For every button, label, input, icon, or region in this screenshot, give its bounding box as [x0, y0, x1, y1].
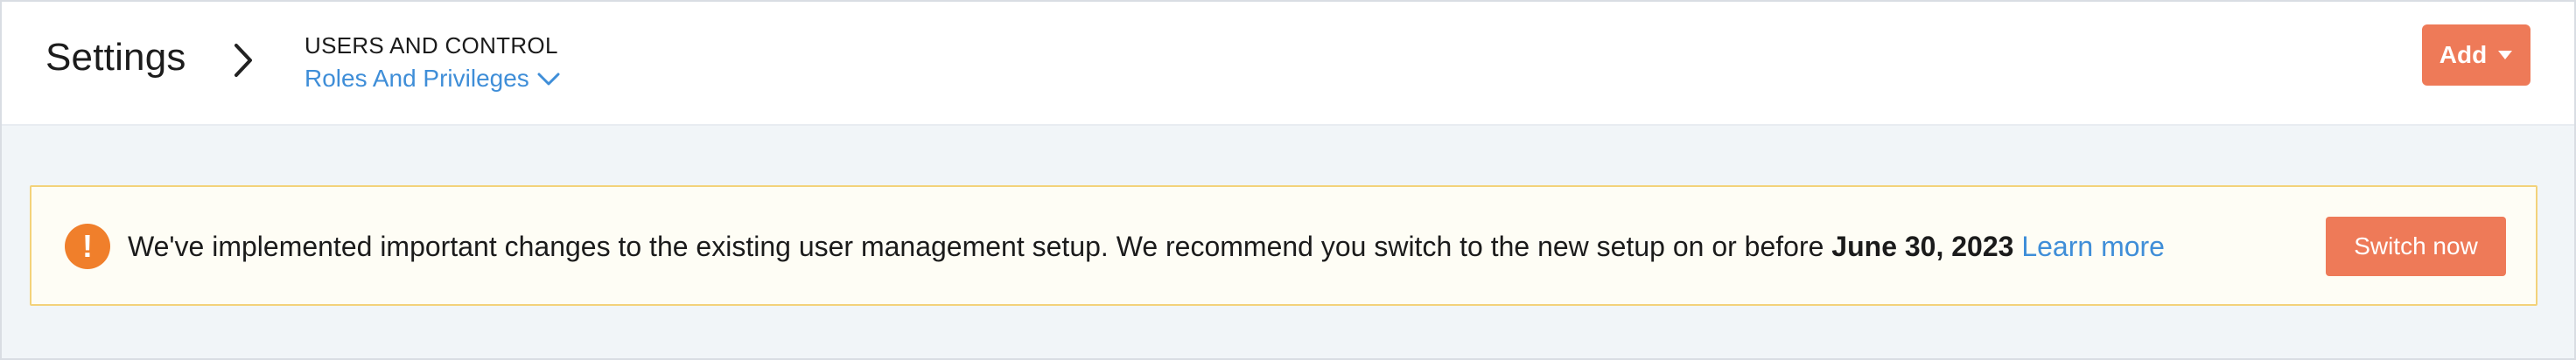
chevron-right-icon — [234, 44, 252, 77]
add-button[interactable]: Add — [2422, 24, 2530, 86]
breadcrumb-section: USERS AND CONTROL — [304, 32, 558, 59]
banner-message-text: We've implemented important changes to t… — [128, 231, 1824, 262]
page-title: Settings — [46, 36, 186, 79]
page-header: Settings USERS AND CONTROL Roles And Pri… — [2, 2, 2574, 126]
migration-notice-banner: ! We've implemented important changes to… — [30, 185, 2538, 306]
banner-message: We've implemented important changes to t… — [128, 227, 2165, 266]
breadcrumb-dropdown[interactable]: Roles And Privileges — [304, 63, 561, 94]
learn-more-link[interactable]: Learn more — [2021, 231, 2165, 262]
banner-deadline-date: June 30, 2023 — [1831, 231, 2014, 262]
caret-down-icon — [2498, 51, 2513, 59]
add-button-label: Add — [2439, 41, 2488, 68]
breadcrumb-page-label: Roles And Privileges — [304, 65, 529, 92]
switch-now-button[interactable]: Switch now — [2326, 217, 2506, 276]
chevron-down-icon — [536, 70, 561, 87]
app-window: Settings USERS AND CONTROL Roles And Pri… — [0, 0, 2576, 360]
exclamation-icon: ! — [65, 224, 110, 269]
